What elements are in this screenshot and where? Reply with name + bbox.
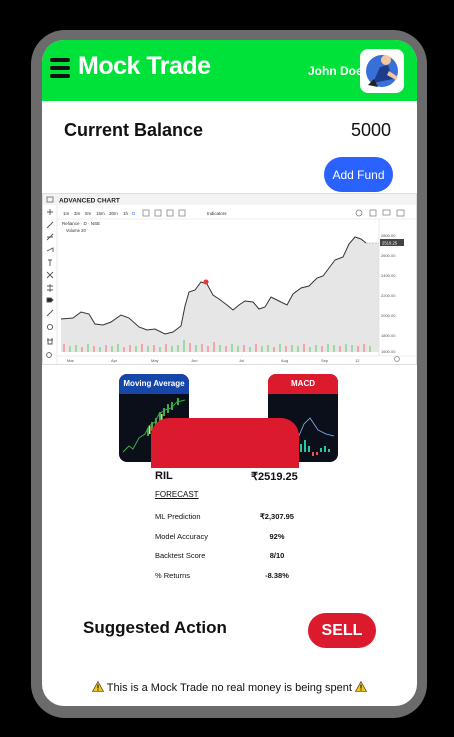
month-label: Apr bbox=[111, 358, 118, 363]
fullscreen-icon bbox=[369, 209, 377, 217]
ml-prediction-value: ₹2,307.95 bbox=[260, 512, 294, 521]
month-label: Aug bbox=[281, 358, 288, 363]
price-tick: 2400.00 bbox=[381, 273, 396, 278]
interval-30m: 30m bbox=[109, 211, 118, 216]
month-label: Mar bbox=[67, 358, 75, 363]
interval-5m: 5m bbox=[85, 211, 92, 216]
model-accuracy-label: Model Accuracy bbox=[155, 532, 208, 541]
time-axis: Mar Apr May Jun Jul Aug Sep 12 bbox=[67, 358, 360, 363]
price-axis: 2800.00 2600.00 2400.00 2200.00 2000.00 … bbox=[381, 233, 396, 354]
price-tick: 1600.00 bbox=[381, 349, 396, 354]
settings-icon bbox=[355, 209, 363, 217]
interval-1m: 1m bbox=[63, 211, 70, 216]
advanced-chart-widget[interactable]: ADVANCED CHART 1m 3m 5m 15m 30m 1h D Ind… bbox=[42, 193, 417, 365]
hamburger-menu-icon[interactable] bbox=[50, 58, 70, 80]
expand-icon bbox=[396, 209, 405, 217]
indicators-button: Indicators bbox=[207, 211, 227, 216]
month-label: 12 bbox=[355, 358, 360, 363]
price-tick: 2600.00 bbox=[381, 253, 396, 258]
month-label: Sep bbox=[321, 358, 329, 363]
model-accuracy-value: 92% bbox=[269, 532, 285, 541]
macd-label: MACD bbox=[268, 374, 338, 394]
user-name: John Doe bbox=[308, 64, 363, 78]
price-marker bbox=[203, 279, 209, 285]
app-header: Mock Trade John Doe bbox=[42, 40, 417, 101]
month-label: May bbox=[151, 358, 159, 363]
interval-1h: 1h bbox=[123, 211, 129, 216]
price-tick: 2800.00 bbox=[381, 233, 396, 238]
app-title: Mock Trade bbox=[78, 52, 211, 80]
balance-label: Current Balance bbox=[64, 120, 204, 140]
disclaimer: This is a Mock Trade no real money is be… bbox=[42, 681, 417, 694]
returns-value: -8.38% bbox=[265, 571, 289, 580]
interval-d: D bbox=[132, 211, 136, 216]
warning-icon bbox=[355, 681, 368, 692]
backtest-score-label: Backtest Score bbox=[155, 551, 206, 560]
chart-toolbar-icons bbox=[142, 209, 405, 217]
interval-15m: 15m bbox=[96, 211, 105, 216]
backtest-score-value: 8/10 bbox=[269, 551, 285, 560]
chart-settings-icon bbox=[394, 356, 400, 362]
volume-line: Volume 20 bbox=[66, 228, 86, 233]
stock-name: RIL bbox=[155, 470, 173, 482]
forecast-heading: FORECAST bbox=[155, 490, 199, 499]
suggested-action-label: Suggested Action bbox=[83, 618, 227, 637]
month-label: Jul bbox=[239, 358, 244, 363]
app-screen: Mock Trade John Doe Current Balance 5000… bbox=[42, 40, 417, 706]
price-tick: 2000.00 bbox=[381, 313, 396, 318]
moving-average-label: Moving Average bbox=[119, 374, 189, 394]
drawing-tools bbox=[46, 209, 54, 358]
add-fund-button[interactable]: Add Fund bbox=[324, 157, 393, 192]
ml-prediction-label: ML Prediction bbox=[155, 512, 201, 521]
chart-widget-title: ADVANCED CHART bbox=[59, 198, 120, 205]
disclaimer-text: This is a Mock Trade no real money is be… bbox=[106, 682, 352, 694]
balance-value: 5000 bbox=[350, 120, 391, 140]
returns-label: % Returns bbox=[155, 571, 191, 580]
warning-icon bbox=[91, 681, 104, 692]
forecast-card-tab bbox=[151, 418, 299, 468]
sell-button[interactable]: SELL bbox=[308, 613, 376, 648]
avatar[interactable] bbox=[360, 49, 404, 93]
price-tick: 2200.00 bbox=[381, 293, 396, 298]
interval-3m: 3m bbox=[74, 211, 81, 216]
stock-price: ₹2519.25 bbox=[251, 471, 298, 483]
symbol-line: Reliance · D · NSE bbox=[62, 221, 100, 226]
price-tick: 1800.00 bbox=[381, 333, 396, 338]
camera-icon bbox=[382, 209, 391, 216]
interval-bar: 1m 3m 5m 15m 30m 1h D Indicators bbox=[63, 211, 227, 216]
month-label: Jun bbox=[191, 358, 197, 363]
last-price-tag: 2519.25 bbox=[382, 241, 398, 246]
